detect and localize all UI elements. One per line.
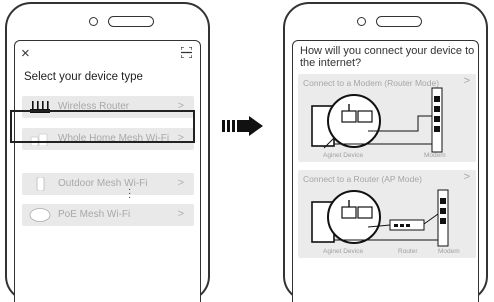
speaker-icon xyxy=(108,16,154,27)
page-title: Select your device type xyxy=(24,71,143,83)
camera-icon xyxy=(357,17,366,26)
device-type-screen: × Select your device type Wireless Route… xyxy=(14,40,201,302)
device-type-poe-mesh[interactable]: PoE Mesh Wi-Fi > xyxy=(22,204,194,226)
camera-icon xyxy=(89,17,98,26)
router-mode-diagram xyxy=(311,87,443,153)
connection-mode-screen: How will you connect your device to the … xyxy=(292,40,479,302)
aginet-device-label: Aginet Device xyxy=(323,248,364,255)
speaker-icon xyxy=(376,16,422,27)
ellipsis-indicator: · · · xyxy=(128,184,132,203)
chevron-right-icon: > xyxy=(177,177,184,189)
outdoor-unit-icon xyxy=(36,177,45,191)
close-icon[interactable]: × xyxy=(21,46,30,61)
ap-mode-option[interactable]: Connect to a Router (AP Mode) > Aginet D… xyxy=(298,170,476,258)
modem-label: Modem xyxy=(424,152,446,159)
ap-mode-diagram xyxy=(311,189,449,247)
device-type-label: PoE Mesh Wi-Fi xyxy=(58,209,131,220)
next-step-arrow-icon xyxy=(222,116,263,136)
aginet-device-label: Aginet Device xyxy=(323,152,364,159)
chevron-right-icon: > xyxy=(177,208,184,220)
scan-icon[interactable] xyxy=(181,47,192,58)
modem-label: Modem xyxy=(438,248,460,255)
device-type-label: Outdoor Mesh Wi-Fi xyxy=(58,178,148,189)
poe-unit-icon xyxy=(29,208,51,222)
left-phone: × Select your device type Wireless Route… xyxy=(5,2,210,302)
router-mode-option[interactable]: Connect to a Modem (Router Mode) > Agine… xyxy=(298,74,476,162)
device-type-outdoor-mesh[interactable]: Outdoor Mesh Wi-Fi > xyxy=(22,173,194,195)
page-title: How will you connect your device to the … xyxy=(300,45,475,69)
selection-highlight-box xyxy=(10,110,195,143)
router-label: Router xyxy=(398,248,418,255)
right-phone: How will you connect your device to the … xyxy=(283,2,488,302)
